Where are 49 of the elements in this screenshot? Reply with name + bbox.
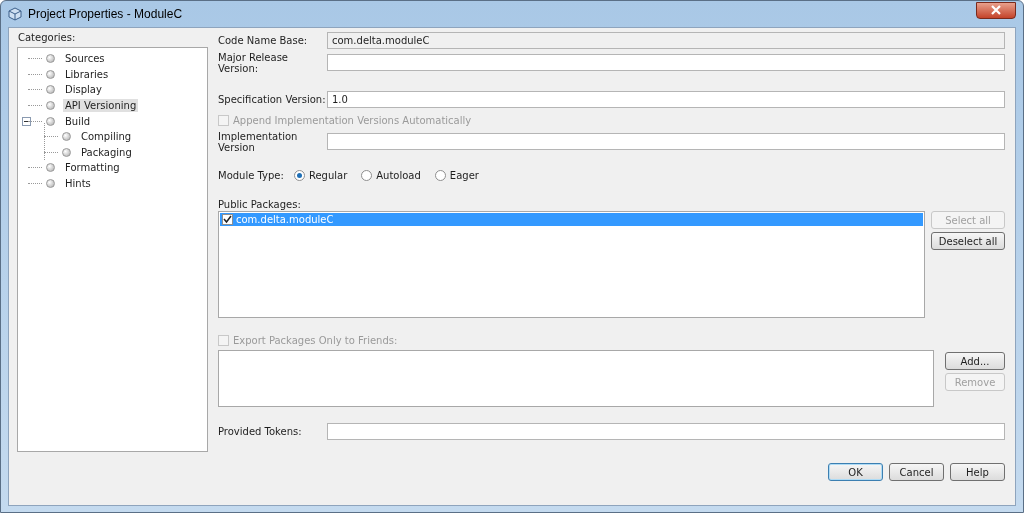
tree-node-icon (46, 179, 55, 189)
tree-node-icon (46, 116, 55, 126)
category-item[interactable]: Hints (63, 177, 93, 191)
text-field[interactable]: 1.0 (327, 91, 1005, 108)
field-label: Implementation Version (218, 130, 299, 153)
categories-label: Categories: (18, 32, 77, 45)
tree-node-icon (46, 85, 55, 95)
dialog-button[interactable]: Cancel (889, 463, 944, 481)
checkbox[interactable] (222, 214, 233, 225)
list-button[interactable]: Deselect all (931, 232, 1005, 250)
checkbox-label: Append Implementation Versions Automatically (233, 115, 472, 126)
tree-node-icon (46, 69, 55, 79)
category-item[interactable]: Sources (63, 52, 107, 66)
collapse-icon[interactable] (22, 117, 31, 127)
category-item[interactable]: Libraries (63, 67, 111, 81)
close-button[interactable] (976, 1, 1016, 19)
radio-button[interactable] (434, 170, 446, 181)
field-label: Provided Tokens: (218, 426, 303, 437)
category-item[interactable]: API Versioning (63, 99, 139, 113)
tree-node-icon (46, 101, 55, 111)
text-field[interactable] (327, 54, 1005, 71)
radio-button[interactable] (361, 170, 373, 181)
radio-label: Autoload (376, 170, 421, 181)
field-label: Specification Version: (218, 94, 327, 105)
category-item[interactable]: Display (63, 83, 104, 97)
radio-label: Regular (308, 170, 348, 181)
field-label: Major Release Version: (218, 51, 289, 74)
field-label: Code Name Base: (218, 35, 309, 46)
tree-node-icon (62, 147, 71, 157)
window-title: Project Properties - ModuleC (28, 7, 183, 21)
category-item[interactable]: Build (63, 114, 93, 128)
package-name: com.delta.moduleC (236, 214, 334, 225)
tree-node-icon (46, 163, 55, 173)
close-icon (990, 5, 1002, 15)
category-item[interactable]: Formatting (63, 161, 122, 175)
text-field[interactable] (327, 133, 1005, 150)
radio-button[interactable] (293, 170, 305, 181)
text-field[interactable] (327, 423, 1005, 440)
module-type-label: Module Type: (218, 170, 284, 181)
category-item[interactable]: Compiling (79, 130, 134, 144)
dialog-button[interactable]: OK (828, 463, 883, 481)
radio-label: Eager (449, 170, 479, 181)
category-item[interactable]: Packaging (79, 145, 134, 159)
cube-icon (8, 7, 22, 21)
tree-node-icon (62, 132, 71, 142)
tree-node-icon (46, 54, 55, 64)
checkbox-label: Export Packages Only to Friends: (233, 335, 398, 346)
public-packages-label: Public Packages: (218, 199, 302, 211)
dialog-button[interactable]: Help (950, 463, 1005, 481)
